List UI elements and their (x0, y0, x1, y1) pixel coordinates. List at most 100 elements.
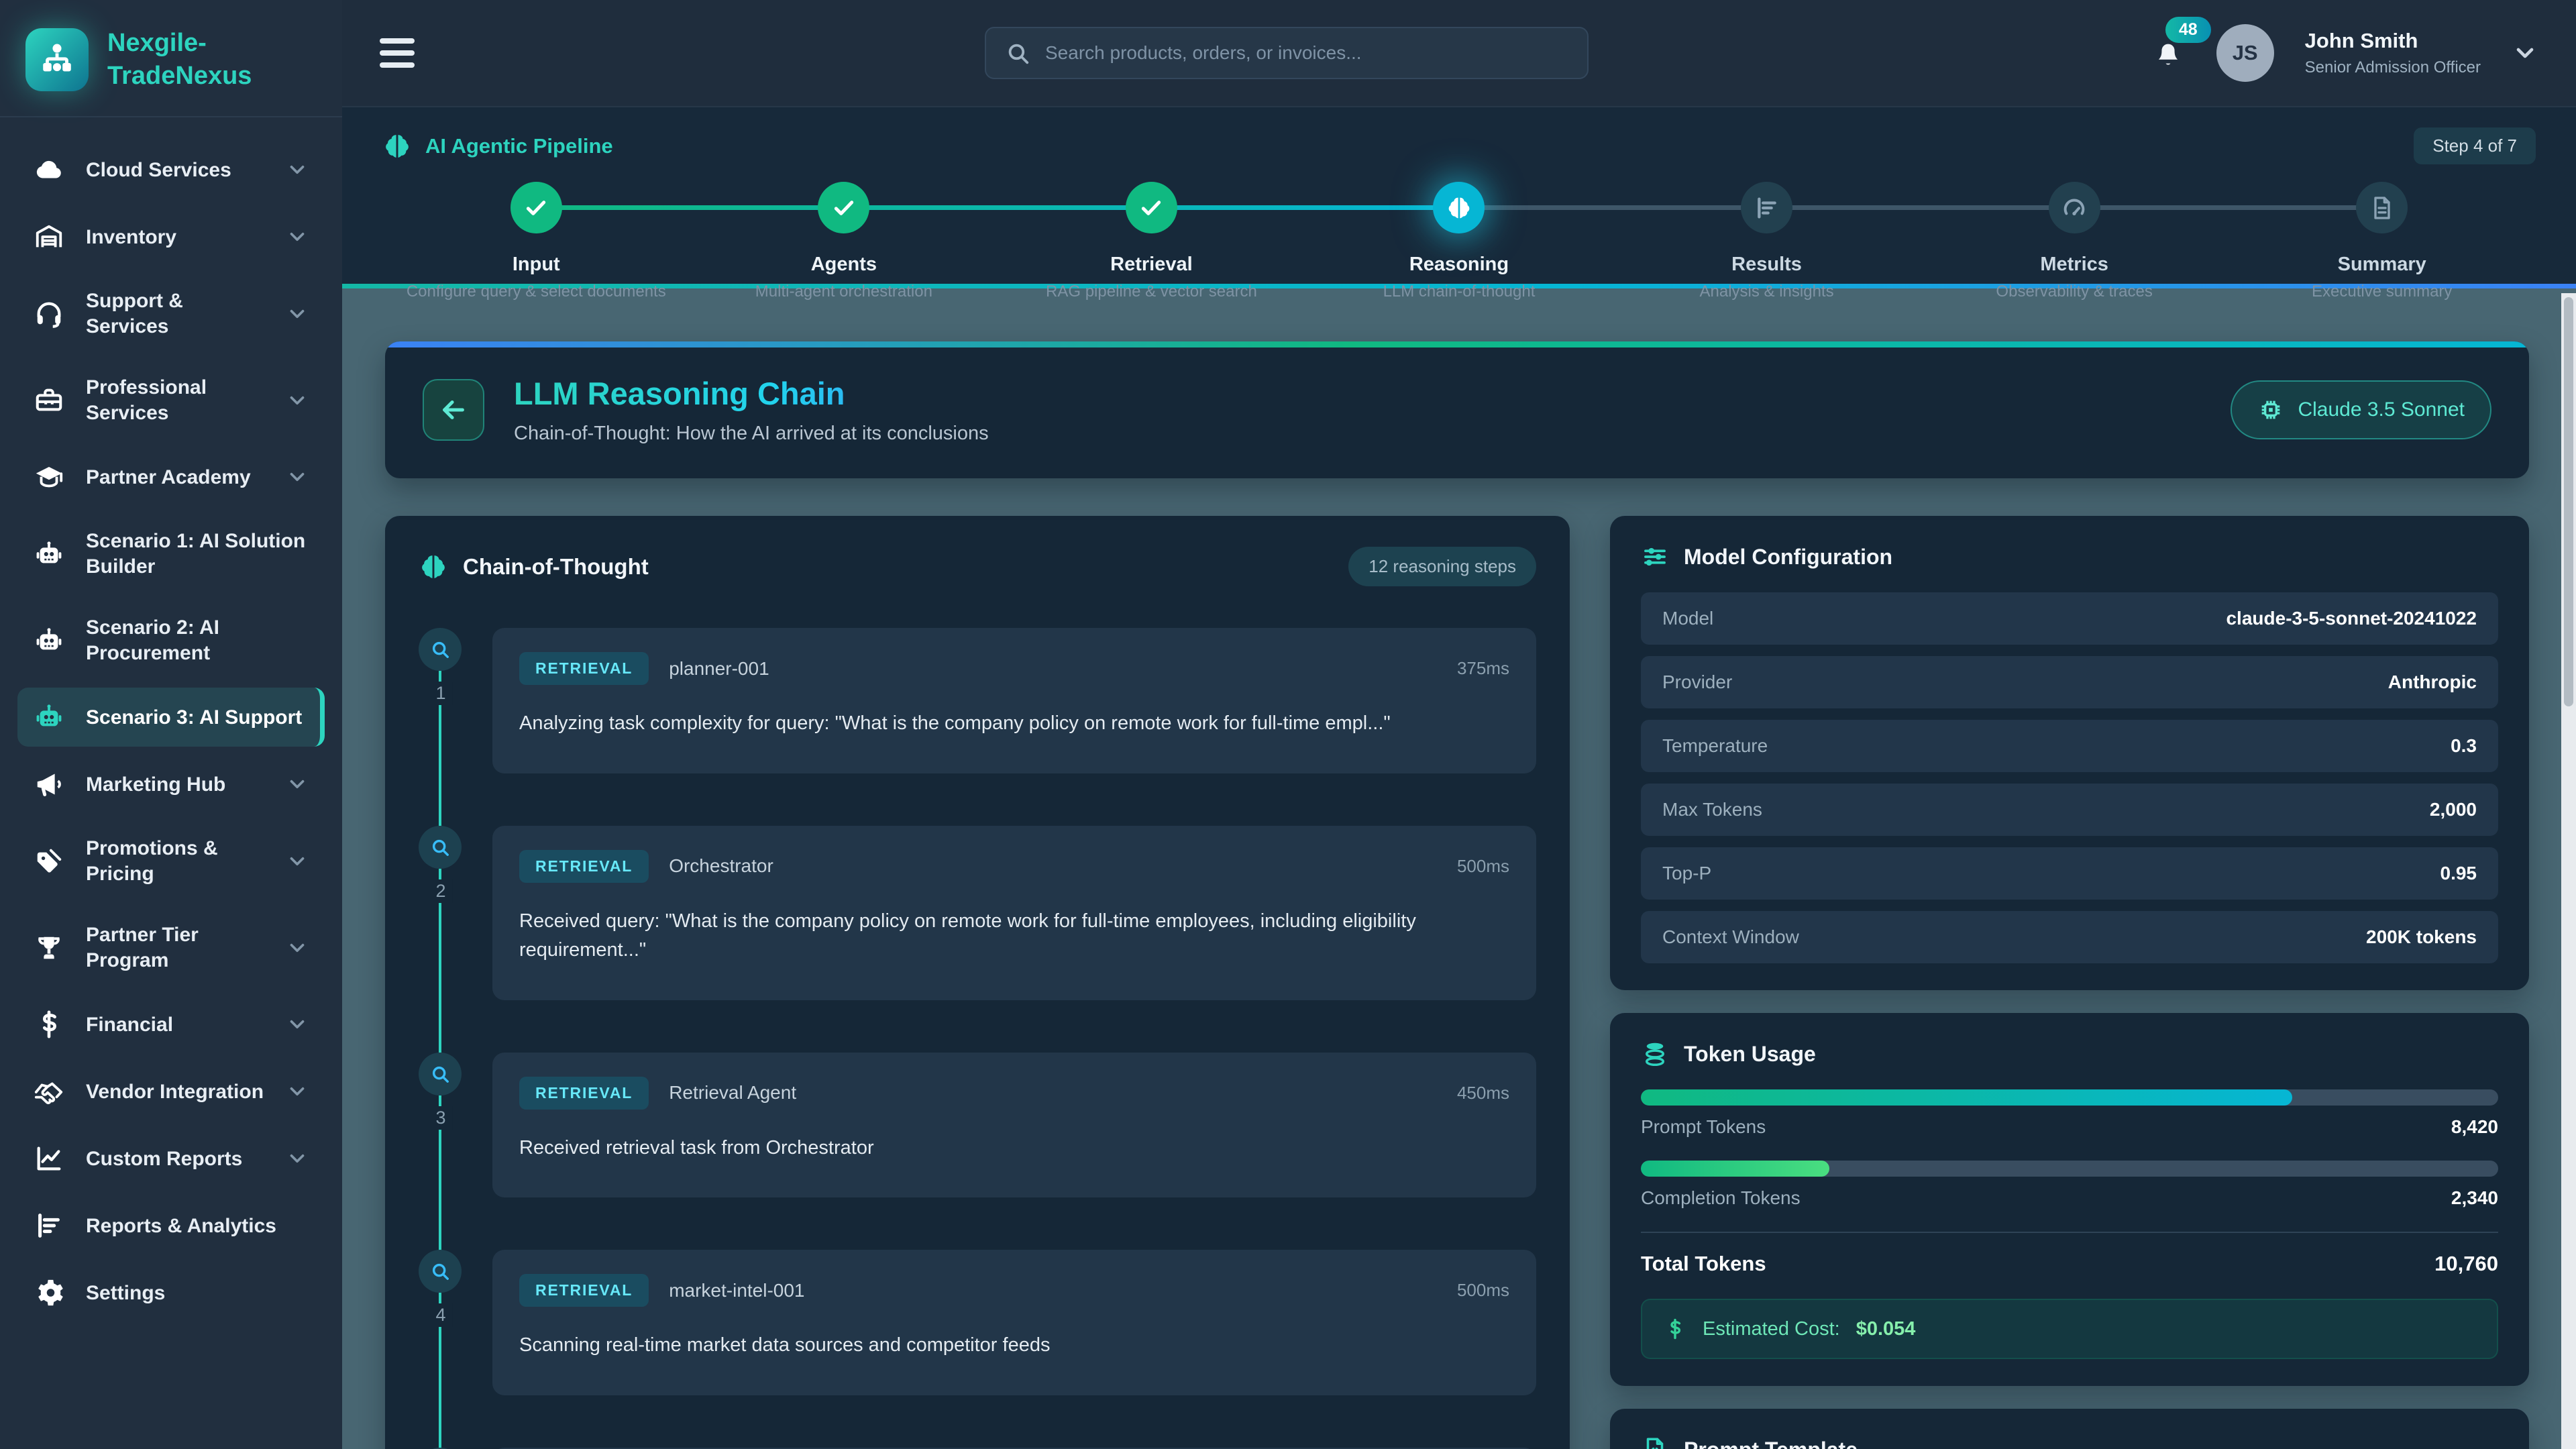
sidebar-item-financial[interactable]: Financial (17, 995, 325, 1054)
user-menu-chevron-icon[interactable] (2512, 40, 2538, 66)
search-input[interactable] (1045, 42, 1568, 64)
check-icon (1138, 195, 1165, 221)
menu-toggle-button[interactable] (380, 38, 415, 68)
sliders-icon (1641, 543, 1669, 571)
sidebar-item-label: Marketing Hub (86, 772, 264, 798)
config-label: Context Window (1662, 926, 1799, 948)
gauge-icon (2061, 195, 2088, 221)
prompt-template-panel: Prompt Template SYSTEM You are an expert… (1610, 1409, 2529, 1449)
sidebar-item-scenario-1[interactable]: Scenario 1: AI Solution Builder (17, 515, 325, 593)
step-duration: 375ms (1457, 658, 1509, 679)
pipeline-step-circle[interactable] (1433, 182, 1485, 233)
step-number: 3 (429, 1106, 452, 1130)
model-configuration-title: Model Configuration (1641, 543, 2498, 571)
tags-icon (34, 846, 64, 877)
reasoning-timeline: 1 RETRIEVAL planner-001 375ms Analyzing … (419, 628, 1536, 1449)
notifications-button[interactable]: 48 (2151, 34, 2186, 72)
token-usage-title: Token Usage (1641, 1040, 2498, 1068)
sidebar-item-vendor-integration[interactable]: Vendor Integration (17, 1062, 325, 1121)
sidebar-item-cloud-services[interactable]: Cloud Services (17, 140, 325, 199)
dollar-icon (34, 1009, 64, 1040)
pipeline-steps: Input Configure query & select documents… (382, 182, 2536, 301)
sidebar-item-professional-services[interactable]: Professional Services (17, 361, 325, 439)
timeline-rail: 3 (419, 1053, 463, 1198)
avatar[interactable]: JS (2216, 24, 2274, 82)
headset-icon (34, 299, 64, 329)
sidebar-item-label: Promotions & Pricing (86, 836, 264, 886)
sidebar-item-label: Partner Academy (86, 465, 264, 490)
global-search[interactable] (985, 27, 1589, 79)
scrollbar-thumb[interactable] (2564, 297, 2573, 706)
search-icon (419, 826, 462, 869)
sidebar-item-marketing-hub[interactable]: Marketing Hub (17, 755, 325, 814)
topbar: 48 JS John Smith Senior Admission Office… (342, 0, 2576, 107)
sidebar-item-reports-analytics[interactable]: Reports & Analytics (17, 1196, 325, 1255)
brand[interactable]: Nexgile- TradeNexus (0, 0, 342, 117)
reasoning-step-row: 1 RETRIEVAL planner-001 375ms Analyzing … (419, 628, 1536, 773)
pipeline-step-summary[interactable]: Summary Executive summary (2228, 182, 2536, 301)
chevron-down-icon (286, 1080, 309, 1103)
sidebar-item-scenario-2[interactable]: Scenario 2: AI Procurement (17, 601, 325, 680)
scrollbar-track[interactable] (2561, 293, 2576, 1449)
prompt-template-title: Prompt Template (1641, 1436, 2498, 1449)
pipeline-step-circle[interactable] (2356, 182, 2408, 233)
pipeline-step-circle[interactable] (818, 182, 869, 233)
pipeline-step-label: Summary (2338, 254, 2426, 276)
sidebar-item-partner-tier-program[interactable]: Partner Tier Program (17, 908, 325, 987)
sidebar-item-partner-academy[interactable]: Partner Academy (17, 447, 325, 506)
brain-icon (419, 552, 448, 582)
pipeline-step-label: Reasoning (1409, 254, 1509, 276)
pipeline-step-label: Input (513, 254, 560, 276)
pipeline-step-sublabel: Observability & traces (1996, 282, 2152, 301)
sidebar-item-label: Inventory (86, 225, 264, 250)
config-label: Provider (1662, 672, 1732, 693)
timeline-rail: 4 (419, 1250, 463, 1395)
config-label: Temperature (1662, 735, 1768, 757)
robot-icon (34, 702, 64, 733)
config-label: Model (1662, 608, 1713, 629)
step-number: 1 (429, 682, 452, 705)
cloud-icon (34, 154, 64, 185)
reasoning-header-card: LLM Reasoning Chain Chain-of-Thought: Ho… (385, 341, 2529, 478)
warehouse-icon (34, 221, 64, 252)
pipeline-step-results[interactable]: Results Analysis & insights (1613, 182, 1921, 301)
pipeline-step-metrics[interactable]: Metrics Observability & traces (1921, 182, 2229, 301)
pipeline-step-agents[interactable]: Agents Multi-agent orchestration (690, 182, 998, 301)
model-badge: Claude 3.5 Sonnet (2231, 380, 2491, 439)
sitemap-logo-icon (25, 28, 89, 91)
pipeline-step-label: Results (1731, 254, 1802, 276)
pipeline-step-sublabel: Configure query & select documents (407, 282, 666, 301)
search-icon (419, 1053, 462, 1095)
estimated-cost-box: Estimated Cost: $0.054 (1641, 1299, 2498, 1359)
handshake-icon (34, 1076, 64, 1107)
pipeline-step-retrieval[interactable]: Retrieval RAG pipeline & vector search (998, 182, 1305, 301)
reasoning-steps-count-badge: 12 reasoning steps (1348, 547, 1536, 586)
pipeline-step-circle[interactable] (511, 182, 562, 233)
sidebar-item-scenario-3[interactable]: Scenario 3: AI Support (17, 688, 325, 747)
pipeline-step-reasoning[interactable]: Reasoning LLM chain-of-thought (1305, 182, 1613, 301)
pipeline-step-circle[interactable] (1741, 182, 1792, 233)
sidebar-item-settings[interactable]: Settings (17, 1263, 325, 1322)
back-button[interactable] (423, 379, 484, 441)
agent-name: Retrieval Agent (669, 1082, 796, 1104)
pipeline-step-circle[interactable] (1126, 182, 1177, 233)
agent-name: market-intel-001 (669, 1280, 804, 1301)
user-name: John Smith (2305, 28, 2481, 53)
pipeline-step-circle[interactable] (2049, 182, 2100, 233)
sidebar-item-support-services[interactable]: Support & Services (17, 274, 325, 353)
sidebar-item-custom-reports[interactable]: Custom Reports (17, 1129, 325, 1188)
completion-tokens-value: 2,340 (2451, 1187, 2498, 1209)
model-configuration-panel: Model Configuration Model claude-3-5-son… (1610, 516, 2529, 990)
config-value: Anthropic (2388, 672, 2477, 693)
file-code-icon (1641, 1436, 1669, 1449)
check-icon (523, 195, 549, 221)
sidebar-item-label: Support & Services (86, 288, 264, 339)
pipeline-step-label: Retrieval (1110, 254, 1193, 276)
sidebar-item-promotions-pricing[interactable]: Promotions & Pricing (17, 822, 325, 900)
step-description: Scanning real-time market data sources a… (519, 1331, 1509, 1360)
config-value: 0.3 (2451, 735, 2477, 757)
pipeline-step-input[interactable]: Input Configure query & select documents (382, 182, 690, 301)
pipeline-step-sublabel: RAG pipeline & vector search (1046, 282, 1257, 301)
sidebar-item-inventory[interactable]: Inventory (17, 207, 325, 266)
chevron-down-icon (286, 1147, 309, 1170)
